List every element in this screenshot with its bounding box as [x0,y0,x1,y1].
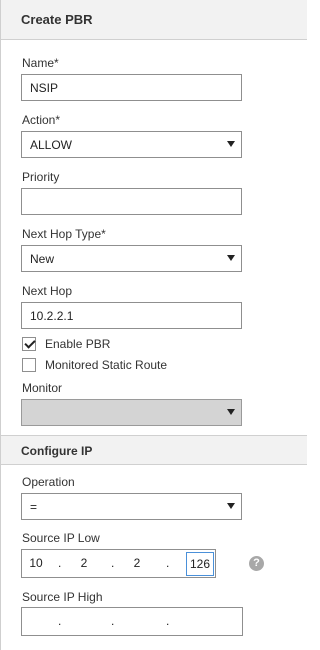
ip-dot: . [166,556,170,570]
dropdown-caret-icon [227,255,235,261]
dropdown-caret-icon [227,141,235,147]
dropdown-caret-icon [227,409,235,415]
action-selected-value: ALLOW [30,137,73,152]
source-ip-high-input[interactable]: . . . [21,607,243,636]
monitor-label: Monitor [22,381,63,395]
priority-label: Priority [22,170,60,184]
monitored-static-route-label: Monitored Static Route [45,358,168,372]
next-hop-type-select[interactable]: New [21,245,242,272]
enable-pbr-label: Enable PBR [45,337,111,351]
enable-pbr-checkbox[interactable] [22,337,36,351]
operation-selected-value: = [30,499,38,514]
configure-ip-section-header: Configure IP [1,435,307,465]
action-select[interactable]: ALLOW [21,131,242,158]
ip-octet-2[interactable]: 2 [70,556,98,570]
next-hop-type-label: Next Hop Type* [22,227,106,241]
name-label: Name* [22,56,59,70]
ip-dot: . [166,614,170,628]
ip-octet-1[interactable]: 10 [22,556,50,570]
ip-dot: . [58,556,62,570]
next-hop-input[interactable]: 10.2.2.1 [21,302,242,329]
ip-dot: . [111,614,115,628]
panel-header: Create PBR [1,0,307,40]
question-mark-icon[interactable]: ? [249,556,264,571]
ip-dot: . [58,614,62,628]
monitored-static-route-row[interactable]: Monitored Static Route [22,357,167,373]
next-hop-type-selected-value: New [30,251,55,266]
operation-select[interactable]: = [21,493,242,520]
next-hop-label: Next Hop [22,284,73,298]
create-pbr-panel: Create PBR Name* NSIP Action* ALLOW Prio… [0,0,307,650]
ip-dot: . [111,556,115,570]
monitored-static-route-checkbox[interactable] [22,358,36,372]
action-label: Action* [22,113,61,127]
configure-ip-title: Configure IP [21,444,93,458]
dropdown-caret-icon [227,503,235,509]
ip-octet-4[interactable]: 126 [186,552,214,576]
source-ip-low-label: Source IP Low [22,531,100,545]
operation-label: Operation [22,475,75,489]
panel-title: Create PBR [21,12,93,27]
enable-pbr-row[interactable]: Enable PBR [22,336,110,352]
monitor-select[interactable] [21,399,242,426]
ip-octet-3[interactable]: 2 [123,556,151,570]
priority-input[interactable] [21,188,242,215]
source-ip-low-input[interactable]: 10 . 2 . 2 . 126 [21,549,216,578]
name-input[interactable]: NSIP [21,74,242,101]
source-ip-high-label: Source IP High [22,590,103,604]
